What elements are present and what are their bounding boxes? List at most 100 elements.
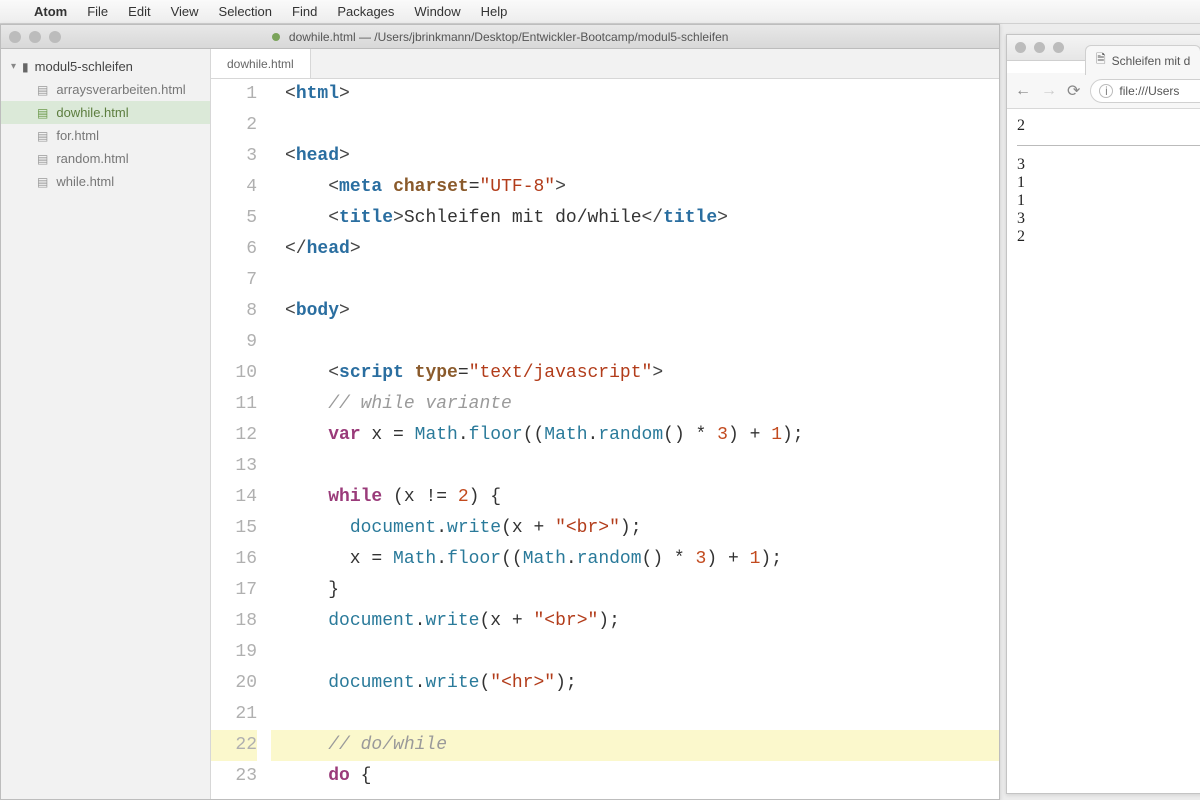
browser-titlebar[interactable]: 🗎 Schleifen mit d (1007, 35, 1200, 61)
file-item[interactable]: ▤ while.html (1, 170, 210, 193)
line-number: 5 (211, 203, 257, 234)
browser-close-icon[interactable] (1015, 42, 1026, 53)
file-icon: ▤ (37, 106, 48, 120)
menu-selection[interactable]: Selection (219, 4, 272, 19)
line-number: 23 (211, 761, 257, 792)
code-line[interactable]: <body> (271, 296, 999, 327)
tab-dowhile[interactable]: dowhile.html (211, 49, 311, 78)
app-name[interactable]: Atom (34, 4, 67, 19)
tree-root[interactable]: ▾ ▮ modul5-schleifen (1, 55, 210, 78)
file-name: while.html (56, 174, 114, 189)
line-number: 1 (211, 79, 257, 110)
line-number-gutter: 1234567891011121314151617181920212223 (211, 79, 271, 799)
file-item[interactable]: ▤dowhile.html (1, 101, 210, 124)
line-number: 15 (211, 513, 257, 544)
atom-window: dowhile.html — /Users/jbrinkmann/Desktop… (0, 24, 1000, 800)
code-line[interactable]: <html> (271, 79, 999, 110)
output-hr (1017, 145, 1200, 146)
output-line: 1 (1017, 174, 1200, 192)
code-line[interactable] (271, 265, 999, 296)
file-tree[interactable]: ▾ ▮ modul5-schleifen ▤ arraysverarbeiten.… (1, 49, 211, 799)
browser-window: 🗎 Schleifen mit d ← → ⟳ i file:///Users … (1006, 34, 1200, 794)
browser-toolbar: ← → ⟳ i file:///Users (1007, 73, 1200, 109)
line-number: 8 (211, 296, 257, 327)
caret-down-icon: ▾ (11, 61, 16, 72)
url-text: file:///Users (1119, 84, 1179, 98)
code-line[interactable]: document.write(x + "<br>"); (271, 606, 999, 637)
browser-tab[interactable]: 🗎 Schleifen mit d (1085, 45, 1200, 75)
browser-tab-title: Schleifen mit d (1112, 54, 1191, 68)
code-line[interactable]: // while variante (271, 389, 999, 420)
code-editor[interactable]: 1234567891011121314151617181920212223 <h… (211, 79, 999, 799)
file-icon: ▤ (37, 83, 48, 97)
output-line: 3 (1017, 156, 1200, 174)
line-number: 12 (211, 420, 257, 451)
menu-window[interactable]: Window (414, 4, 460, 19)
window-title: dowhile.html — /Users/jbrinkmann/Desktop… (1, 30, 999, 44)
line-number: 2 (211, 110, 257, 141)
output-line: 2 (1017, 117, 1200, 135)
code-line[interactable]: } (271, 575, 999, 606)
line-number: 3 (211, 141, 257, 172)
code-line[interactable] (271, 637, 999, 668)
info-icon[interactable]: i (1099, 84, 1113, 98)
menu-packages[interactable]: Packages (337, 4, 394, 19)
atom-titlebar[interactable]: dowhile.html — /Users/jbrinkmann/Desktop… (1, 25, 999, 49)
file-item[interactable]: ▤random.html (1, 147, 210, 170)
code-line[interactable]: var x = Math.floor((Math.random() * 3) +… (271, 420, 999, 451)
page-icon: 🗎 (1096, 50, 1106, 71)
desktop: dowhile.html — /Users/jbrinkmann/Desktop… (0, 24, 1200, 800)
output-line: 2 (1017, 228, 1200, 246)
code-line[interactable]: <script type="text/javascript"> (271, 358, 999, 389)
code-line[interactable]: // do/while (271, 730, 999, 761)
line-number: 21 (211, 699, 257, 730)
code-line[interactable]: <head> (271, 141, 999, 172)
tab-bar[interactable]: dowhile.html (211, 49, 999, 79)
output-line: 1 (1017, 192, 1200, 210)
file-icon: ▤ (37, 152, 48, 166)
line-number: 6 (211, 234, 257, 265)
menu-find[interactable]: Find (292, 4, 317, 19)
menu-view[interactable]: View (171, 4, 199, 19)
browser-minimize-icon[interactable] (1034, 42, 1045, 53)
file-name: for.html (56, 128, 99, 143)
line-number: 17 (211, 575, 257, 606)
forward-icon[interactable]: → (1041, 82, 1057, 100)
back-icon[interactable]: ← (1015, 82, 1031, 100)
code-line[interactable] (271, 327, 999, 358)
editor-area: dowhile.html 123456789101112131415161718… (211, 49, 999, 799)
code-line[interactable]: while (x != 2) { (271, 482, 999, 513)
tab-label: dowhile.html (227, 57, 294, 71)
mac-menubar: Atom File Edit View Selection Find Packa… (0, 0, 1200, 24)
reload-icon[interactable]: ⟳ (1067, 81, 1080, 101)
code-line[interactable] (271, 451, 999, 482)
file-item[interactable]: ▤ arraysverarbeiten.html (1, 78, 210, 101)
menu-help[interactable]: Help (481, 4, 508, 19)
line-number: 19 (211, 637, 257, 668)
code-line[interactable]: do { (271, 761, 999, 792)
code-line[interactable]: <meta charset="UTF-8"> (271, 172, 999, 203)
menu-edit[interactable]: Edit (128, 4, 150, 19)
code-line[interactable]: </head> (271, 234, 999, 265)
code-line[interactable] (271, 110, 999, 141)
file-item[interactable]: ▤ for.html (1, 124, 210, 147)
file-name: arraysverarbeiten.html (56, 82, 185, 97)
code-content[interactable]: <html> <head> <meta charset="UTF-8"> <tit… (271, 79, 999, 799)
address-bar[interactable]: i file:///Users (1090, 79, 1200, 103)
file-icon: ▤ (37, 175, 48, 189)
browser-viewport[interactable]: 2 31132 (1007, 109, 1200, 793)
code-line[interactable]: x = Math.floor((Math.random() * 3) + 1); (271, 544, 999, 575)
browser-window-controls (1015, 42, 1064, 53)
line-number: 13 (211, 451, 257, 482)
line-number: 20 (211, 668, 257, 699)
code-line[interactable]: document.write("<hr>"); (271, 668, 999, 699)
file-icon: ▤ (37, 129, 48, 143)
menu-file[interactable]: File (87, 4, 108, 19)
line-number: 10 (211, 358, 257, 389)
code-line[interactable]: <title>Schleifen mit do/while</title> (271, 203, 999, 234)
code-line[interactable]: document.write(x + "<br>"); (271, 513, 999, 544)
output-line: 3 (1017, 210, 1200, 228)
browser-zoom-icon[interactable] (1053, 42, 1064, 53)
line-number: 4 (211, 172, 257, 203)
code-line[interactable] (271, 699, 999, 730)
